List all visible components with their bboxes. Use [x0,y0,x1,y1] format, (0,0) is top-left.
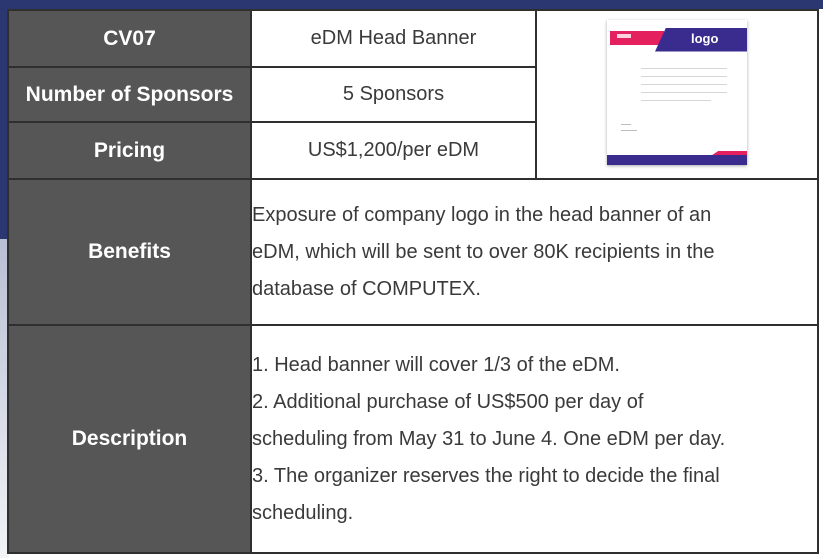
description-line: scheduling from May 31 to June 4. One eD… [252,427,726,450]
table-row: Benefits Exposure of company logo in the… [7,178,819,326]
edm-preview-cell: logo [535,9,819,180]
pricing-value: US$1,200/per eDM [250,121,537,180]
benefits-line: Exposure of company logo in the head ban… [252,203,712,226]
description-label: Description [7,324,252,554]
table-row: CV07 eDM Head Banner logo [7,9,819,180]
edm-preview-image: logo [607,19,747,165]
description-line: 1. Head banner will cover 1/3 of the eDM… [252,353,620,376]
edm-logo-text: logo [691,30,719,46]
pricing-label: Pricing [7,121,252,180]
top-frame-bar [0,0,823,9]
table-row: Description 1. Head banner will cover 1/… [7,324,819,554]
sponsors-value: 5 Sponsors [250,66,537,123]
sponsorship-spec-table: CV07 eDM Head Banner logo Number of Spon… [7,9,819,554]
benefits-line: eDM, which will be sent to over 80K reci… [252,240,715,263]
description-line: scheduling. [252,501,354,524]
benefits-line: database of COMPUTEX. [252,277,481,300]
description-text: 1. Head banner will cover 1/3 of the eDM… [250,324,819,554]
item-name-cell: eDM Head Banner [250,9,537,68]
benefits-text: Exposure of company logo in the head ban… [250,178,819,326]
benefits-label: Benefits [7,178,252,326]
description-line: 2. Additional purchase of US$500 per day… [252,390,644,413]
item-code-cell: CV07 [7,9,252,68]
description-line: 3. The organizer reserves the right to d… [252,464,720,487]
sponsors-label: Number of Sponsors [7,66,252,123]
